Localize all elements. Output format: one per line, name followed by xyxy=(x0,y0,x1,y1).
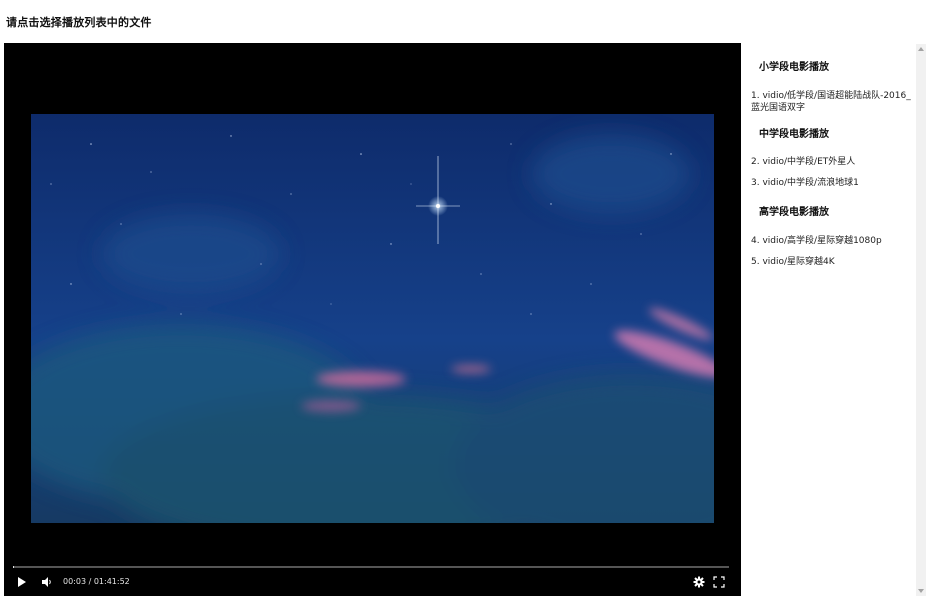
night-sky-scene xyxy=(31,114,714,523)
playlist-item-5[interactable]: 5. vidio/星际穿越4K xyxy=(748,256,916,268)
playlist-item-4[interactable]: 4. vidio/高学段/星际穿越1080p xyxy=(748,235,916,247)
group-title-middle: 中学段电影播放 xyxy=(759,129,829,140)
video-frame[interactable] xyxy=(31,114,714,523)
fullscreen-button[interactable] xyxy=(712,575,726,589)
volume-icon xyxy=(42,577,51,587)
gear-icon xyxy=(693,576,705,588)
group-title-high: 高学段电影播放 xyxy=(759,207,829,218)
group-title-primary: 小学段电影播放 xyxy=(759,62,829,73)
playlist: 小学段电影播放 1. vidio/低学段/国语超能陆战队-2016_蓝光国语双字… xyxy=(748,44,916,596)
page-title: 请点击选择播放列表中的文件 xyxy=(6,17,152,29)
scroll-down-icon[interactable] xyxy=(918,589,924,593)
settings-button[interactable] xyxy=(692,575,706,589)
volume-button[interactable] xyxy=(40,575,54,589)
play-icon xyxy=(18,577,26,587)
scroll-up-icon[interactable] xyxy=(918,47,924,51)
playlist-item-1[interactable]: 1. vidio/低学段/国语超能陆战队-2016_蓝光国语双字 xyxy=(748,90,916,114)
playlist-scrollbar[interactable] xyxy=(916,44,926,596)
player-controls: 00:03 / 01:41:52 xyxy=(4,566,741,596)
playlist-item-2[interactable]: 2. vidio/中学段/ET外星人 xyxy=(748,156,916,168)
video-player[interactable]: 00:03 / 01:41:52 xyxy=(4,43,741,596)
playlist-item-3[interactable]: 3. vidio/中学段/流浪地球1 xyxy=(748,177,916,189)
progress-bar[interactable] xyxy=(13,566,729,568)
play-button[interactable] xyxy=(16,575,28,589)
time-display: 00:03 / 01:41:52 xyxy=(63,577,130,586)
fullscreen-icon xyxy=(713,576,725,588)
